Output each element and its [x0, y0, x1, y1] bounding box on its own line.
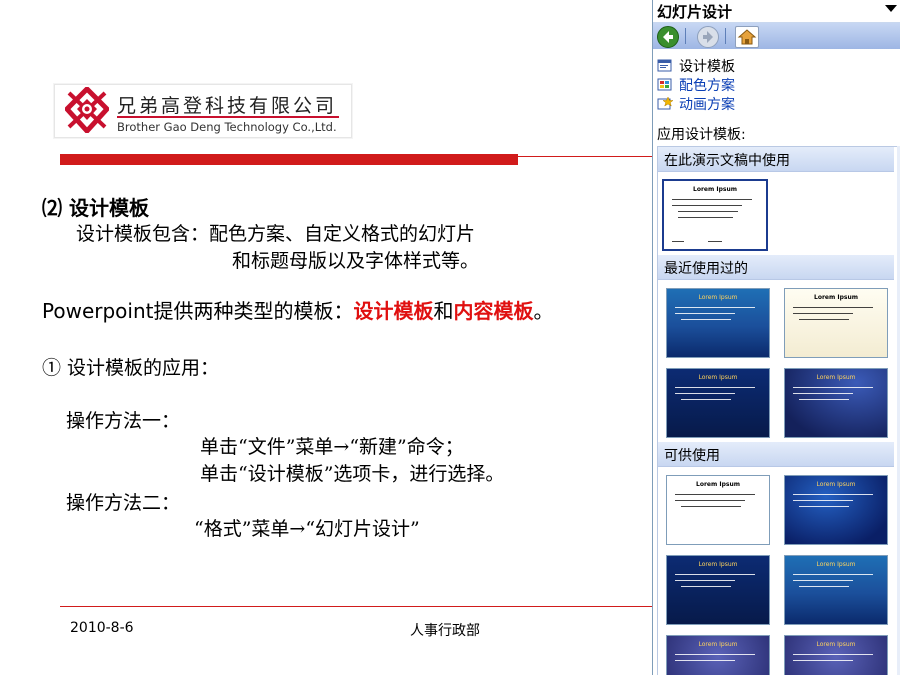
template-thumbnail[interactable]: Lorem Ipsum — [666, 635, 770, 675]
design-template-icon — [657, 59, 672, 72]
powerpoint-word: Powerpoint — [42, 299, 154, 323]
template-thumbnail[interactable]: Lorem Ipsum — [666, 288, 770, 358]
section-header-label: 可供使用 — [664, 448, 720, 464]
template-thumbnail[interactable]: Lorem Ipsum — [784, 368, 888, 438]
header-red-line — [518, 156, 652, 157]
method-1-step-2: 单击“设计模板”选项卡，进行选择。 — [200, 463, 505, 485]
thumbnail-title: Lorem Ipsum — [816, 481, 856, 488]
forward-arrow-icon — [703, 31, 713, 43]
method-2-step-1: “格式”菜单→“幻灯片设计” — [194, 518, 420, 540]
thumbnail-title: Lorem Ipsum — [698, 641, 738, 648]
footer-date: 2010-8-6 — [70, 620, 134, 636]
color-scheme-link[interactable]: 配色方案 — [657, 75, 735, 94]
forward-button[interactable] — [697, 26, 719, 48]
thumbnail-title: Lorem Ipsum — [816, 561, 856, 568]
section-header-label: 在此演示文稿中使用 — [664, 153, 790, 169]
description-line-1: 设计模板包含：配色方案、自定义格式的幻灯片 — [76, 223, 476, 245]
task-pane-nav-bar — [653, 23, 900, 49]
template-thumbnail[interactable]: Lorem Ipsum — [784, 475, 888, 545]
template-thumbnail[interactable]: Lorem Ipsum — [784, 288, 888, 358]
animation-scheme-link-label: 动画方案 — [679, 97, 735, 113]
thumbnail-title: Lorem Ipsum — [698, 294, 738, 301]
animation-scheme-link[interactable]: 动画方案 — [657, 94, 735, 113]
types-prefix: 提供两种类型的模板： — [153, 299, 354, 323]
apply-design-template-label: 应用设计模板: — [657, 127, 746, 143]
types-conjunction: 和 — [433, 299, 454, 323]
description-line-2: 和标题母版以及字体样式等。 — [232, 250, 480, 272]
section-number: ⑵ — [42, 196, 62, 220]
slide-canvas: 兄弟高登科技有限公司 Brother Gao Deng Technology C… — [0, 0, 652, 675]
thumbnail-title: Lorem Ipsum — [698, 561, 738, 568]
header-red-bar — [60, 154, 518, 165]
template-gallery: 在此演示文稿中使用 Lorem Ipsum 最近使用过的 Lorem Ipsum… — [657, 146, 899, 675]
logo-underline — [117, 116, 339, 118]
section-header-available: 可供使用 — [658, 442, 894, 467]
design-template-link[interactable]: 设计模板 — [657, 56, 735, 75]
thumbnail-title: Lorem Ipsum — [814, 294, 858, 301]
design-template-highlight: 设计模板 — [353, 299, 434, 323]
home-button[interactable] — [735, 26, 759, 48]
section-header-recently-used: 最近使用过的 — [658, 255, 894, 280]
company-logo: 兄弟高登科技有限公司 Brother Gao Deng Technology C… — [54, 84, 352, 138]
logo-company-name-cn: 兄弟高登科技有限公司 — [117, 95, 338, 117]
slide-design-task-pane: 幻灯片设计 设计模板 配色方案 动画方案 应用设计模板: 在此演示文稿中使用 L… — [652, 0, 900, 675]
apply-subheading: ① 设计模板的应用： — [42, 357, 220, 379]
template-thumbnail[interactable]: Lorem Ipsum — [666, 555, 770, 625]
template-types-line: Powerpoint提供两种类型的模板：设计模板和内容模板。 — [42, 295, 553, 324]
color-scheme-icon — [657, 78, 672, 91]
footer-rule — [60, 606, 652, 607]
method-2-label: 操作方法二： — [66, 492, 181, 514]
nav-separator — [685, 28, 686, 44]
thumbnail-title: Lorem Ipsum — [816, 374, 856, 381]
logo-company-name-en: Brother Gao Deng Technology Co.,Ltd. — [117, 120, 337, 134]
section-header-used-in-presentation: 在此演示文稿中使用 — [658, 147, 894, 172]
home-icon — [737, 29, 757, 45]
design-template-link-label: 设计模板 — [679, 59, 735, 75]
dropdown-arrow-icon[interactable] — [885, 5, 897, 12]
template-thumbnail[interactable]: Lorem Ipsum — [666, 475, 770, 545]
back-arrow-icon — [663, 31, 673, 43]
thumbnail-title: Lorem Ipsum — [816, 641, 856, 648]
thumbnail-title: Lorem Ipsum — [696, 481, 740, 488]
types-end: 。 — [533, 299, 554, 323]
method-1-label: 操作方法一： — [66, 410, 181, 432]
task-pane-header[interactable]: 幻灯片设计 — [653, 0, 900, 23]
template-thumbnail[interactable]: Lorem Ipsum — [661, 178, 769, 252]
thumbnail-title: Lorem Ipsum — [698, 374, 738, 381]
template-thumbnail[interactable]: Lorem Ipsum — [666, 368, 770, 438]
back-button[interactable] — [657, 26, 679, 48]
nav-separator — [725, 28, 726, 44]
section-header-label: 最近使用过的 — [664, 261, 748, 277]
color-scheme-link-label: 配色方案 — [679, 78, 735, 94]
content-template-highlight: 内容模板 — [453, 299, 534, 323]
company-logo-icon — [65, 87, 109, 133]
method-1-step-1: 单击“文件”菜单→“新建”命令； — [200, 436, 464, 458]
template-thumbnail[interactable]: Lorem Ipsum — [784, 635, 888, 675]
section-title: 设计模板 — [68, 196, 149, 220]
template-thumbnail[interactable]: Lorem Ipsum — [784, 555, 888, 625]
thumbnail-title: Lorem Ipsum — [693, 186, 737, 193]
footer-department: 人事行政部 — [410, 623, 480, 639]
section-heading: ⑵ 设计模板 — [42, 192, 149, 221]
animation-scheme-icon — [657, 97, 673, 110]
task-pane-title: 幻灯片设计 — [657, 3, 733, 21]
